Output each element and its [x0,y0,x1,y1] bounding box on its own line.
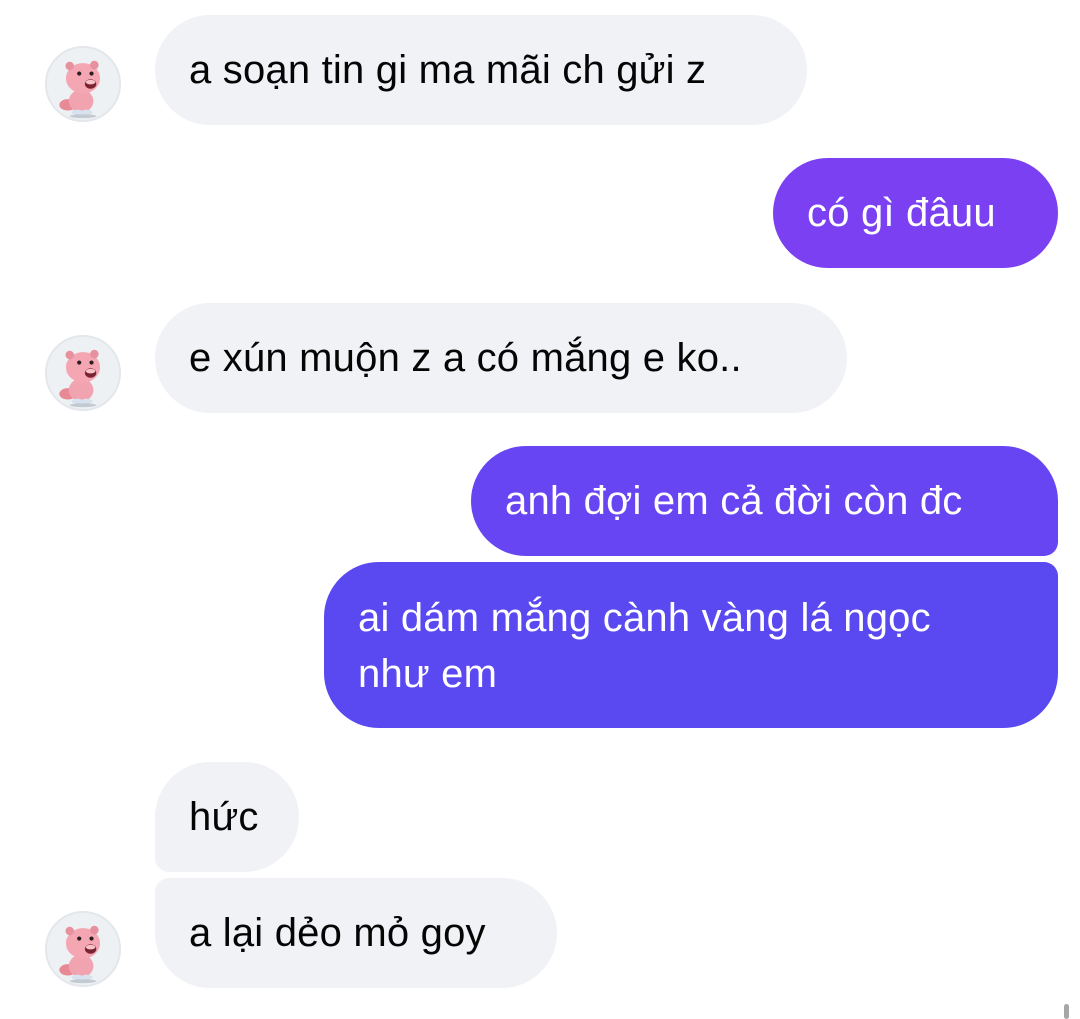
message-text: có gì đâuu [807,191,996,235]
message-bubble-incoming[interactable]: a soạn tin gi ma mãi ch gửi z [155,15,807,125]
contact-avatar[interactable] [45,46,121,122]
message-text: hức [189,795,259,839]
contact-avatar[interactable] [45,911,121,987]
scrollbar-thumb[interactable] [1064,1004,1069,1019]
pink-beaver-icon [47,48,119,120]
message-text: a lại dẻo mỏ goy [189,911,486,955]
message-bubble-incoming[interactable]: e xún muộn z a có mắng e ko.. [155,303,847,413]
message-bubble-incoming[interactable]: a lại dẻo mỏ goy [155,878,557,988]
pink-beaver-icon [47,913,119,985]
pink-beaver-icon [47,337,119,409]
message-text: e xún muộn z a có mắng e ko.. [189,336,742,380]
message-bubble-incoming[interactable]: hức [155,762,299,872]
message-bubble-outgoing[interactable]: anh đợi em cả đời còn đc [471,446,1058,556]
message-text: anh đợi em cả đời còn đc [505,479,963,523]
message-text-line: như em [358,652,498,696]
message-bubble-outgoing[interactable]: ai dám mắng cành vàng lá ngọc như em [324,562,1058,728]
message-text-line: ai dám mắng cành vàng lá ngọc [358,596,931,640]
contact-avatar[interactable] [45,335,121,411]
message-bubble-outgoing[interactable]: có gì đâuu [773,158,1058,268]
message-text: a soạn tin gi ma mãi ch gửi z [189,48,707,92]
